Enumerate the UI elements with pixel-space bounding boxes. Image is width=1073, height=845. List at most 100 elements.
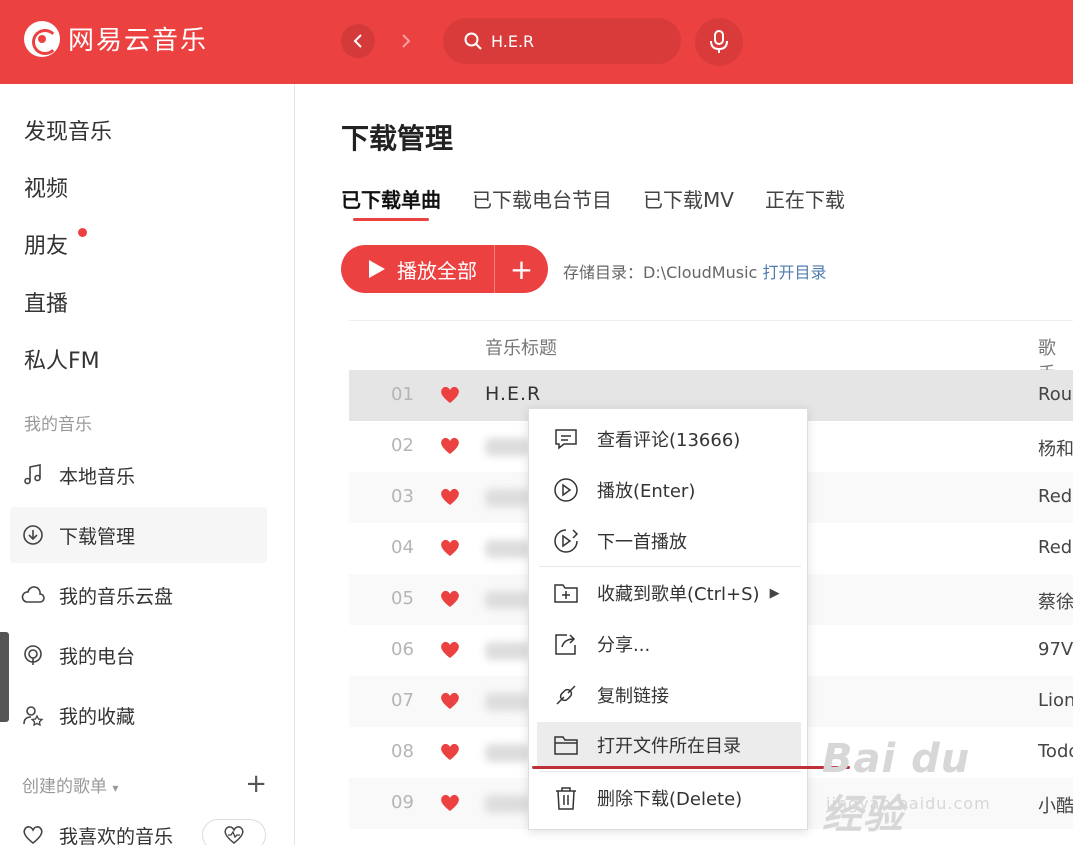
menu-item-delete-download[interactable]: 删除下载(Delete) xyxy=(537,775,801,821)
track-number: 08 xyxy=(391,741,414,762)
sidebar-item-local-music[interactable]: 本地音乐 xyxy=(10,447,267,503)
created-playlists-toggle[interactable]: 创建的歌单 ▾ xyxy=(22,772,118,797)
share-icon xyxy=(555,634,576,655)
app-name: 网易云音乐 xyxy=(68,26,209,56)
sidebar-item-label: 我的电台 xyxy=(59,645,136,668)
tab-bar: 已下载单曲 已下载电台节目 已下载MV 正在下载 xyxy=(341,184,876,221)
song-artist[interactable]: 小酷 xyxy=(1038,792,1073,818)
song-artist[interactable]: Rou xyxy=(1038,384,1072,405)
play-icon xyxy=(369,260,385,278)
song-artist[interactable]: Red xyxy=(1038,537,1072,558)
song-artist[interactable]: Red xyxy=(1038,486,1072,507)
radio-icon xyxy=(20,642,46,668)
comment-icon xyxy=(555,429,577,450)
liked-heart-icon[interactable] xyxy=(439,691,461,715)
blurred-title xyxy=(485,540,530,558)
menu-item-play[interactable]: 播放(Enter) xyxy=(537,467,801,513)
sidebar-item-live[interactable]: 直播 xyxy=(24,286,68,318)
menu-item-play-next[interactable]: 下一首播放 xyxy=(537,518,801,564)
forward-button[interactable] xyxy=(389,24,423,58)
chevron-right-icon xyxy=(402,34,411,48)
play-next-icon xyxy=(554,529,579,553)
menu-item-label: 下一首播放 xyxy=(597,532,687,553)
track-number: 05 xyxy=(391,588,414,609)
menu-item-label: 删除下载(Delete) xyxy=(597,789,743,810)
liked-heart-icon[interactable] xyxy=(439,385,461,409)
sidebar-item-friends[interactable]: 朋友 xyxy=(24,228,68,260)
column-title[interactable]: 音乐标题 xyxy=(485,334,557,360)
song-artist[interactable]: 97Vi xyxy=(1038,639,1073,660)
tab-downloaded-songs[interactable]: 已下载单曲 xyxy=(341,184,441,221)
netease-logo-icon xyxy=(24,20,60,57)
menu-item-label: 打开文件所在目录 xyxy=(597,736,741,757)
voice-search-button[interactable] xyxy=(695,18,743,66)
sidebar-item-discover[interactable]: 发现音乐 xyxy=(24,114,112,146)
add-all-button[interactable]: + xyxy=(495,253,548,286)
liked-heart-icon[interactable] xyxy=(439,793,461,817)
page-title: 下载管理 xyxy=(341,122,454,155)
folder-icon xyxy=(554,736,578,755)
sidebar-item-my-collection[interactable]: 我的收藏 xyxy=(10,687,267,743)
sidebar-item-download-manager[interactable]: 下载管理 xyxy=(10,507,267,563)
menu-item-share[interactable]: 分享... xyxy=(537,621,801,667)
liked-heart-icon[interactable] xyxy=(439,538,461,562)
app-logo[interactable]: 网易云音乐 xyxy=(24,20,208,57)
song-artist[interactable]: Todo xyxy=(1038,741,1073,762)
search-input[interactable]: H.E.R xyxy=(443,18,681,64)
song-artist[interactable]: 杨和 xyxy=(1038,435,1073,461)
liked-heart-icon[interactable] xyxy=(439,742,461,766)
cloud-icon xyxy=(20,582,46,608)
chevron-down-icon: ▾ xyxy=(112,780,119,795)
back-button[interactable] xyxy=(341,24,375,58)
liked-heart-icon[interactable] xyxy=(439,487,461,511)
watermark-brand: Bai du 经验 xyxy=(822,736,971,838)
sidebar: 发现音乐 视频 朋友 直播 私人FM 我的音乐 本地音乐 下载管理 我的音乐云盘… xyxy=(0,84,295,845)
menu-item-copy-link[interactable]: 复制链接 xyxy=(537,672,801,718)
sidebar-item-label: 我喜欢的音乐 xyxy=(59,825,174,845)
create-playlist-button[interactable]: + xyxy=(245,769,267,799)
song-artist[interactable]: Lion xyxy=(1038,690,1073,711)
trash-icon xyxy=(556,787,576,810)
menu-separator xyxy=(539,566,801,567)
sidebar-item-video[interactable]: 视频 xyxy=(24,171,68,203)
track-number: 09 xyxy=(391,792,414,813)
menu-item-add-to-playlist[interactable]: 收藏到歌单(Ctrl+S) ▶ xyxy=(537,570,801,616)
storage-directory: 存储目录：D:\CloudMusic 打开目录 xyxy=(563,259,826,283)
blurred-title xyxy=(485,591,530,609)
table-header: 音乐标题 歌手 xyxy=(349,320,1073,385)
sidebar-item-label: 下载管理 xyxy=(59,525,136,548)
sidebar-item-my-radio[interactable]: 我的电台 xyxy=(10,627,267,683)
play-all-label: 播放全部 xyxy=(397,258,477,283)
microphone-icon xyxy=(710,30,728,53)
heart-outline-icon xyxy=(20,822,46,845)
sidebar-item-fm[interactable]: 私人FM xyxy=(24,343,100,375)
tab-downloaded-mv[interactable]: 已下载MV xyxy=(643,184,734,213)
heartbeat-mode-button[interactable] xyxy=(202,819,266,845)
sidebar-item-cloud-disk[interactable]: 我的音乐云盘 xyxy=(10,567,267,623)
blurred-title xyxy=(485,744,530,762)
blurred-title xyxy=(485,693,530,711)
submenu-arrow-icon: ▶ xyxy=(769,585,780,601)
play-all-button[interactable]: 播放全部 xyxy=(341,245,495,293)
star-person-icon xyxy=(20,702,46,728)
created-playlists-title: 创建的歌单 xyxy=(22,776,107,797)
liked-heart-icon[interactable] xyxy=(439,640,461,664)
blurred-title xyxy=(485,795,530,813)
storage-path: 存储目录：D:\CloudMusic xyxy=(563,263,758,282)
liked-heart-icon[interactable] xyxy=(439,589,461,613)
sidebar-item-label: 我的音乐云盘 xyxy=(59,585,174,608)
tab-downloading[interactable]: 正在下载 xyxy=(765,184,845,213)
track-number: 02 xyxy=(391,435,414,456)
song-artist[interactable]: 蔡徐 xyxy=(1038,588,1073,614)
heartbeat-icon xyxy=(224,826,244,844)
open-directory-link[interactable]: 打开目录 xyxy=(762,263,826,282)
music-note-icon xyxy=(20,462,46,488)
play-circle-icon xyxy=(554,478,578,502)
blurred-title xyxy=(485,642,530,660)
liked-heart-icon[interactable] xyxy=(439,436,461,460)
link-icon xyxy=(556,685,576,705)
tab-downloaded-radio[interactable]: 已下载电台节目 xyxy=(472,184,612,213)
menu-item-open-folder[interactable]: 打开文件所在目录 xyxy=(537,722,801,768)
menu-item-view-comments[interactable]: 查看评论(13666) xyxy=(537,416,801,462)
song-title: H.E.R xyxy=(485,383,542,405)
